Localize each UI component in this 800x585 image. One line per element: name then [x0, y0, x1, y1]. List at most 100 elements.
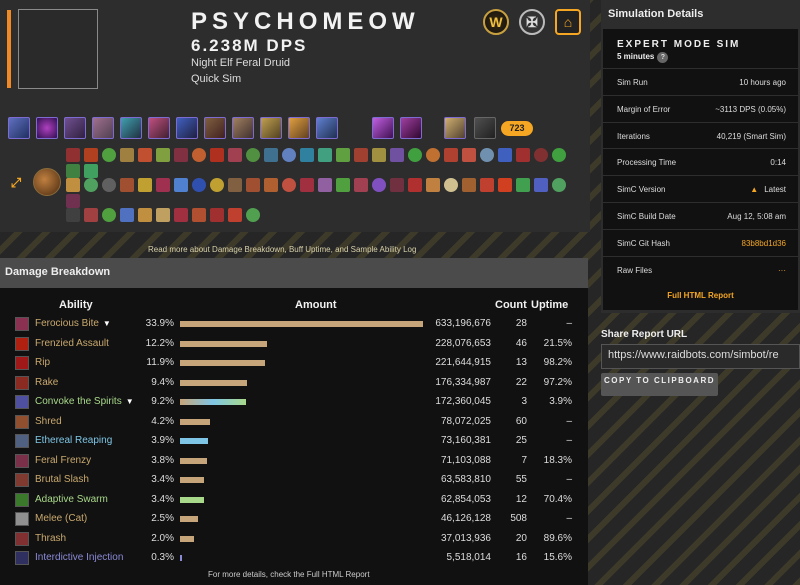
- gear-slot-icon[interactable]: [474, 117, 496, 139]
- talent-icon[interactable]: [408, 148, 422, 162]
- talent-icon[interactable]: [498, 178, 512, 192]
- talent-icon[interactable]: [282, 178, 296, 192]
- talent-icon[interactable]: [156, 178, 170, 192]
- ability-name[interactable]: Convoke the Spirits ▼: [35, 396, 134, 407]
- talent-icon[interactable]: [84, 208, 98, 222]
- talent-icon[interactable]: [156, 208, 170, 222]
- ability-name[interactable]: Thrash: [35, 533, 66, 544]
- talent-icon[interactable]: [534, 148, 548, 162]
- talent-icon[interactable]: [192, 148, 206, 162]
- ability-name[interactable]: Brutal Slash: [35, 474, 89, 485]
- talent-icon[interactable]: [426, 148, 440, 162]
- talent-icon[interactable]: [246, 178, 260, 192]
- talent-icon[interactable]: [390, 148, 404, 162]
- talent-icon[interactable]: [102, 148, 116, 162]
- table-row[interactable]: Adaptive Swarm 3.4% 62,854,053 12 70.4%: [0, 491, 588, 511]
- talent-icon[interactable]: [138, 178, 152, 192]
- talent-icon[interactable]: [192, 208, 206, 222]
- talent-icon[interactable]: [444, 148, 458, 162]
- talent-icon[interactable]: [192, 178, 206, 192]
- gear-slot-icon[interactable]: [232, 117, 254, 139]
- talent-icon[interactable]: [120, 148, 134, 162]
- talent-icon[interactable]: [84, 148, 98, 162]
- talent-icon[interactable]: [84, 164, 98, 178]
- gear-slot-icon[interactable]: [444, 117, 466, 139]
- talent-icon[interactable]: [210, 208, 224, 222]
- talent-icon[interactable]: [84, 178, 98, 192]
- talent-icon[interactable]: [120, 208, 134, 222]
- talent-icon[interactable]: [264, 178, 278, 192]
- talent-icon[interactable]: [174, 178, 188, 192]
- gear-slot-icon[interactable]: [64, 117, 86, 139]
- talent-icon[interactable]: [66, 208, 80, 222]
- talent-icon[interactable]: [336, 148, 350, 162]
- talent-icon[interactable]: [354, 178, 368, 192]
- talent-icon[interactable]: [282, 148, 296, 162]
- share-url-input[interactable]: https://www.raidbots.com/simbot/re: [601, 344, 800, 369]
- talent-icon[interactable]: [174, 148, 188, 162]
- gear-slot-icon[interactable]: [148, 117, 170, 139]
- guild-house-icon[interactable]: ⌂: [555, 9, 581, 35]
- talent-icon[interactable]: [552, 148, 566, 162]
- talent-icon[interactable]: [516, 178, 530, 192]
- talent-icon[interactable]: [102, 208, 116, 222]
- sim-detail-value-cell[interactable]: 83b8bd1d36: [742, 239, 787, 248]
- gear-slot-icon[interactable]: [288, 117, 310, 139]
- talent-icon[interactable]: [138, 148, 152, 162]
- table-row[interactable]: Convoke the Spirits ▼ 9.2% 172,360,045 3 3.9%: [0, 393, 588, 413]
- talent-icon[interactable]: [246, 148, 260, 162]
- table-row[interactable]: Ferocious Bite ▼ 33.9% 633,196,676 28 –: [0, 315, 588, 335]
- talent-icon[interactable]: [318, 148, 332, 162]
- talent-icon[interactable]: [498, 148, 512, 162]
- table-row[interactable]: Frenzied Assault 12.2% 228,076,653 46 21.5%: [0, 335, 588, 355]
- talent-icon[interactable]: [66, 178, 80, 192]
- table-row[interactable]: Ethereal Reaping 3.9% 73,160,381 25 –: [0, 432, 588, 452]
- talent-icon[interactable]: [228, 148, 242, 162]
- talent-icon[interactable]: [102, 178, 116, 192]
- talent-icon[interactable]: [228, 178, 242, 192]
- talent-icon[interactable]: [66, 164, 80, 178]
- talent-icon[interactable]: [264, 148, 278, 162]
- talent-icon[interactable]: [210, 148, 224, 162]
- talent-icon[interactable]: [318, 178, 332, 192]
- ability-name[interactable]: Interdictive Injection: [35, 552, 123, 563]
- ability-name[interactable]: Ethereal Reaping: [35, 435, 112, 446]
- table-row[interactable]: Brutal Slash 3.4% 63,583,810 55 –: [0, 471, 588, 491]
- talent-icon[interactable]: [408, 178, 422, 192]
- talent-icon[interactable]: [444, 178, 458, 192]
- info-link[interactable]: Read more about Damage Breakdown, Buff U…: [148, 245, 416, 254]
- gear-slot-icon[interactable]: [120, 117, 142, 139]
- ability-name[interactable]: Rake: [35, 377, 58, 388]
- expand-icon[interactable]: ⤢: [9, 176, 23, 190]
- ability-name[interactable]: Ferocious Bite ▼: [35, 318, 111, 329]
- copy-to-clipboard-button[interactable]: COPY TO CLIPBOARD: [601, 373, 718, 396]
- talent-icon[interactable]: [156, 148, 170, 162]
- table-row[interactable]: Shred 4.2% 78,072,025 60 –: [0, 413, 588, 433]
- talent-icon[interactable]: [480, 178, 494, 192]
- talent-icon[interactable]: [300, 178, 314, 192]
- ability-name[interactable]: Melee (Cat): [35, 513, 87, 524]
- expand-caret-icon[interactable]: ▼: [126, 397, 134, 406]
- gear-slot-icon[interactable]: [8, 117, 30, 139]
- pvp-crest-icon[interactable]: ✠: [519, 9, 545, 35]
- talent-icon[interactable]: [426, 178, 440, 192]
- expand-caret-icon[interactable]: ▼: [103, 319, 111, 328]
- table-row[interactable]: Interdictive Injection 0.3% 5,518,014 16 15.…: [0, 549, 588, 569]
- talent-icon[interactable]: [390, 178, 404, 192]
- table-row[interactable]: Melee (Cat) 2.5% 46,126,128 508 –: [0, 510, 588, 530]
- talent-icon[interactable]: [534, 178, 548, 192]
- gear-slot-icon[interactable]: [372, 117, 394, 139]
- ability-name[interactable]: Feral Frenzy: [35, 455, 91, 466]
- talent-icon[interactable]: [354, 148, 368, 162]
- talent-icon[interactable]: [552, 178, 566, 192]
- talent-icon[interactable]: [66, 148, 80, 162]
- talent-icon[interactable]: [228, 208, 242, 222]
- talent-icon[interactable]: [462, 178, 476, 192]
- ability-name[interactable]: Rip: [35, 357, 50, 368]
- table-row[interactable]: Rake 9.4% 176,334,987 22 97.2%: [0, 374, 588, 394]
- talent-icon[interactable]: [210, 178, 224, 192]
- ability-name[interactable]: Shred: [35, 416, 62, 427]
- talent-icon[interactable]: [372, 148, 386, 162]
- talent-icon[interactable]: [462, 148, 476, 162]
- gear-slot-icon[interactable]: [92, 117, 114, 139]
